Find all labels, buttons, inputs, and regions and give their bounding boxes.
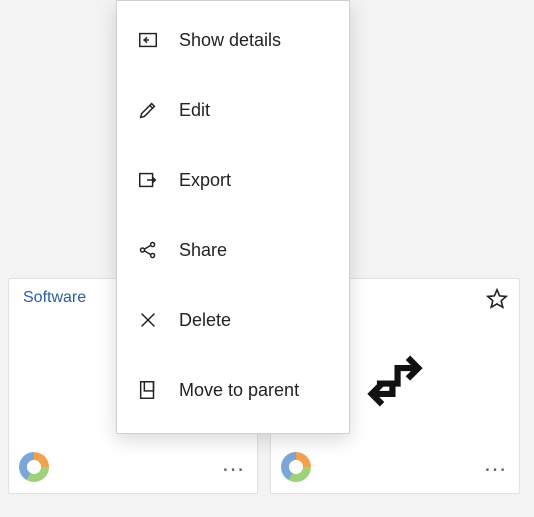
menu-show-details[interactable]: Show details	[117, 5, 349, 75]
share-icon	[135, 239, 161, 261]
transfer-arrows-icon	[364, 350, 426, 412]
menu-share[interactable]: Share	[117, 215, 349, 285]
move-parent-icon	[135, 379, 161, 401]
more-button[interactable]: …	[221, 459, 247, 475]
menu-label: Export	[179, 170, 231, 191]
menu-label: Delete	[179, 310, 231, 331]
edit-icon	[135, 99, 161, 121]
card-footer: …	[271, 447, 519, 493]
export-icon	[135, 169, 161, 191]
menu-label: Share	[179, 240, 227, 261]
pie-chart-icon	[281, 452, 311, 482]
favorite-star-icon[interactable]	[485, 287, 509, 316]
menu-label: Show details	[179, 30, 281, 51]
more-button[interactable]: …	[483, 459, 509, 475]
card-footer: …	[9, 447, 257, 493]
menu-label: Move to parent	[179, 380, 299, 401]
details-icon	[135, 29, 161, 51]
menu-move-to-parent[interactable]: Move to parent	[117, 355, 349, 425]
menu-label: Edit	[179, 100, 210, 121]
context-menu: Show details Edit Export Share Delete Mo…	[116, 0, 350, 434]
delete-icon	[135, 309, 161, 331]
menu-edit[interactable]: Edit	[117, 75, 349, 145]
menu-export[interactable]: Export	[117, 145, 349, 215]
pie-chart-icon	[19, 452, 49, 482]
menu-delete[interactable]: Delete	[117, 285, 349, 355]
